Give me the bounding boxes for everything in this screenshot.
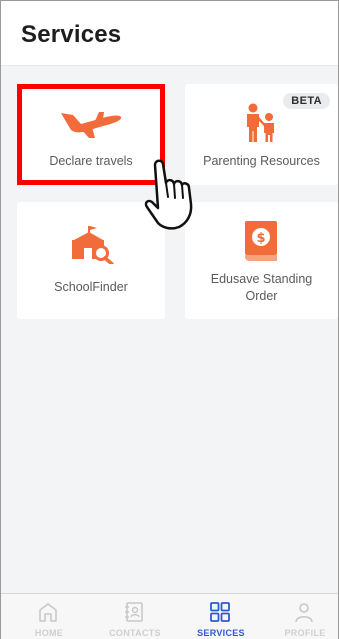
app-header: Services	[1, 1, 338, 66]
service-label: SchoolFinder	[54, 280, 128, 294]
svg-text:$: $	[256, 231, 265, 246]
tab-label: CONTACTS	[109, 628, 161, 638]
tab-services[interactable]: SERVICES	[179, 594, 263, 639]
parent-child-icon	[247, 103, 274, 142]
profile-icon	[295, 603, 313, 623]
services-grid-icon	[210, 602, 230, 622]
tab-profile[interactable]: PROFILE	[263, 594, 339, 639]
tab-label: PROFILE	[284, 628, 326, 638]
beta-badge: BETA	[283, 93, 330, 109]
airplane-icon	[61, 112, 122, 138]
contacts-icon	[125, 602, 143, 622]
school-search-icon	[72, 226, 114, 264]
tab-label: HOME	[34, 628, 64, 638]
page-title: Services	[21, 21, 122, 48]
bottom-tab-bar: HOME CONTACTS SERVICES PROFILE	[1, 593, 338, 639]
services-grid: Declare travels BETA Parenting Resources	[1, 66, 338, 592]
services-screen: Services Declare travels BETA Parenting …	[0, 0, 339, 639]
edusave-book-icon: $	[245, 221, 277, 261]
pointer-hand-icon	[144, 159, 193, 230]
tab-label: SERVICES	[197, 628, 245, 638]
tab-contacts[interactable]: CONTACTS	[93, 594, 177, 639]
home-icon	[39, 603, 57, 622]
service-card-parenting-resources[interactable]: BETA Parenting Resources	[185, 84, 338, 185]
service-card-edusave-standing-order[interactable]: $ Edusave Standing Order	[185, 202, 338, 319]
service-label: Edusave Standing Order	[210, 272, 313, 303]
service-label: Parenting Resources	[203, 154, 320, 168]
tab-home[interactable]: HOME	[7, 594, 91, 639]
